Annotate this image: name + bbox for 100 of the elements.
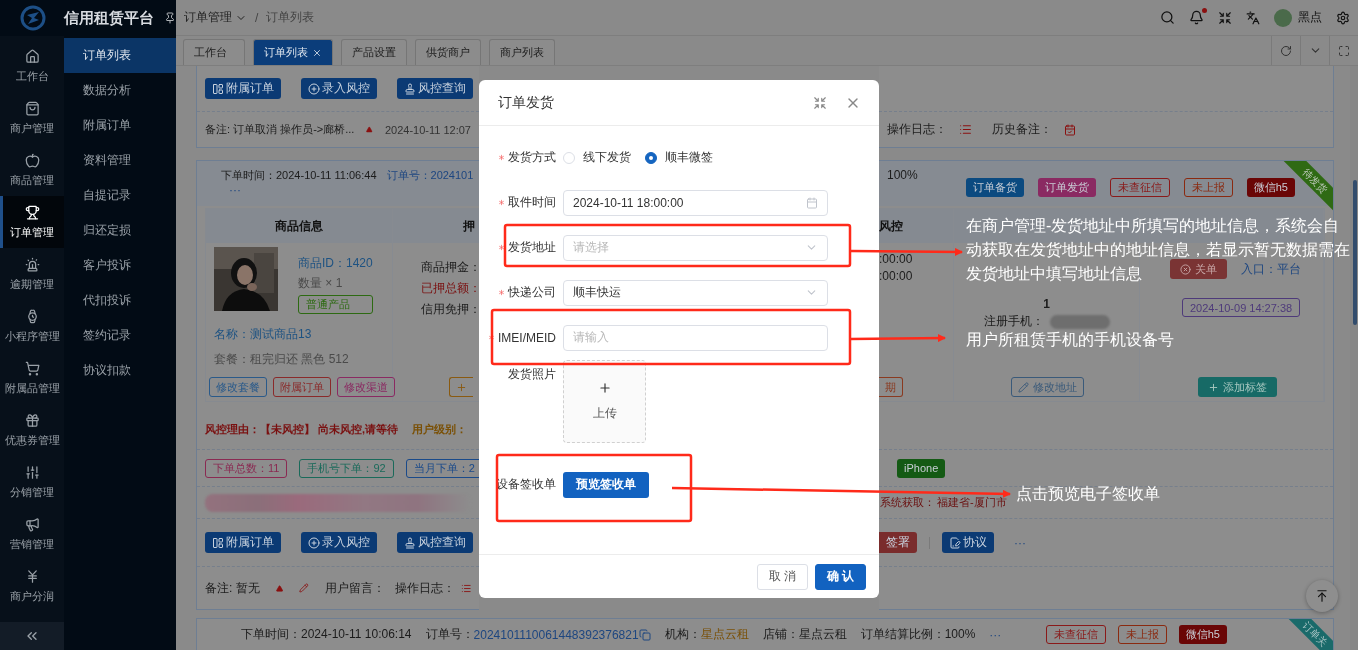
select-field[interactable]: 顺丰快运 <box>563 279 828 306</box>
date-field[interactable]: 2024-10-11 18:00:00 <box>563 189 828 216</box>
radio-option[interactable]: 顺丰微签 <box>645 149 713 166</box>
user-name[interactable]: 黑点 <box>1298 9 1322 26</box>
nav-item[interactable]: 商品管理 <box>0 144 64 196</box>
submenu-item[interactable]: 协议扣款 <box>64 353 176 388</box>
back-to-top-button[interactable] <box>1306 580 1338 612</box>
nav-item[interactable]: 附属品管理 <box>0 352 64 404</box>
nav-icon <box>24 464 40 480</box>
nav-icon <box>24 204 40 220</box>
list-icon[interactable] <box>959 123 972 136</box>
search-icon[interactable] <box>1160 10 1175 25</box>
breadcrumb-item[interactable]: 订单管理 <box>184 9 232 26</box>
tab[interactable]: 工作台 <box>183 39 245 65</box>
column-header: 押 <box>463 217 475 235</box>
nav-icon <box>24 100 40 116</box>
submenu-item[interactable]: 资料管理 <box>64 143 176 178</box>
column-header: 风控 <box>879 209 953 243</box>
action-button[interactable]: 附属订单 <box>205 78 281 99</box>
nav-item[interactable]: 逾期管理 <box>0 248 64 300</box>
preview-button[interactable]: 预览签收单 <box>563 471 649 498</box>
collapse-button[interactable] <box>0 622 64 650</box>
supplement-button[interactable] <box>449 377 473 397</box>
annotation-text: 动获取在发货地址中的地址信息，若显示暂无数据需在 <box>966 240 1350 260</box>
status-tag: 订单发货 <box>1037 178 1096 197</box>
submenu-item[interactable]: 自提记录 <box>64 178 176 213</box>
dialog-title: 订单发货 <box>498 93 555 112</box>
action-button[interactable]: 风控查询 <box>397 532 473 553</box>
cancel-button[interactable]: 取 消 <box>757 563 808 590</box>
action-button[interactable]: 签署 <box>879 532 917 553</box>
blurred-text <box>1050 314 1110 329</box>
action-button[interactable]: 风控查询 <box>397 78 473 99</box>
nav-item[interactable]: 商户管理 <box>0 92 64 144</box>
submenu-item[interactable]: 代扣投诉 <box>64 283 176 318</box>
annotation-text: 在商户管理-发货地址中所填写的地址信息，系统会自 <box>966 216 1340 236</box>
calendar-icon[interactable] <box>1064 123 1076 136</box>
settlement-ratio: 100% <box>887 168 918 182</box>
nav-item[interactable]: 优惠券管理 <box>0 404 64 456</box>
system-value: 福建省-厦门市 <box>937 495 1007 510</box>
field-label: 发货方式 <box>508 149 556 166</box>
edit-icon[interactable] <box>298 582 309 594</box>
triangle-icon[interactable] <box>275 583 283 593</box>
shrink-icon[interactable] <box>813 95 827 110</box>
product-name: 名称：测试商品13 <box>214 326 313 343</box>
translate-icon[interactable] <box>1246 10 1260 25</box>
copy-icon[interactable] <box>638 628 651 641</box>
tab[interactable]: 商户列表 <box>489 39 555 65</box>
radio-option[interactable]: 线下发货 <box>563 149 631 166</box>
upload-label: 上传 <box>592 405 617 422</box>
avatar[interactable] <box>1274 8 1292 27</box>
tab[interactable]: 产品设置 <box>341 39 407 65</box>
pencil-icon <box>1018 381 1029 393</box>
action-button[interactable]: 协议 <box>942 532 994 553</box>
nav-item[interactable]: 营销管理 <box>0 508 64 560</box>
document-icon <box>949 536 961 549</box>
tab[interactable]: 供货商户 <box>415 39 481 65</box>
submenu-item[interactable]: 归还定损 <box>64 213 176 248</box>
device-tag: iPhone <box>897 458 946 478</box>
action-button[interactable]: 附属订单 <box>205 532 281 553</box>
nav-icon <box>24 48 40 64</box>
confirm-button[interactable]: 确 认 <box>815 563 866 590</box>
shrink-icon[interactable] <box>1218 10 1232 25</box>
order-number: 订单号：2024101 <box>386 168 474 183</box>
nav-item[interactable]: 订单管理 <box>0 196 64 248</box>
system-label: 系统获取： <box>880 495 935 510</box>
nav-item[interactable]: 工作台 <box>0 40 64 92</box>
nav-item[interactable]: 小程序管理 <box>0 300 64 352</box>
field-label: 发货地址 <box>508 239 556 256</box>
product-id: 商品ID：1420 <box>298 255 373 272</box>
close-order-button[interactable]: 关单 <box>1170 259 1227 279</box>
upload-box[interactable]: 上传 <box>563 360 646 443</box>
action-button[interactable]: 录入风控 <box>301 78 377 99</box>
submenu-item[interactable]: 客户投诉 <box>64 248 176 283</box>
org-label: 机构： <box>664 626 701 643</box>
submenu-item[interactable]: 订单列表 <box>64 38 176 73</box>
deposit-line: 已押总额： <box>421 280 479 297</box>
breadcrumb-separator: / <box>255 10 259 25</box>
bell-icon[interactable] <box>1189 10 1204 25</box>
triangle-icon[interactable] <box>366 125 373 134</box>
tab[interactable]: 订单列表 <box>253 39 333 65</box>
panel-icon <box>212 536 224 549</box>
submenu-item[interactable]: 签约记录 <box>64 318 176 353</box>
plus-circle-icon <box>308 536 320 549</box>
calendar-icon <box>806 196 818 209</box>
nav-item[interactable]: 分销管理 <box>0 456 64 508</box>
user-level: 用户级别： <box>412 422 468 437</box>
field-label: 快递公司 <box>508 284 556 301</box>
add-tag-button[interactable]: 添加标签 <box>1198 377 1277 397</box>
pin-icon[interactable] <box>164 12 176 24</box>
order-number: 2024101110061448392376821 <box>473 627 639 642</box>
close-icon[interactable] <box>312 47 322 58</box>
submenu-item[interactable]: 数据分析 <box>64 73 176 108</box>
scrollbar-thumb[interactable] <box>1353 180 1357 325</box>
action-button[interactable]: 录入风控 <box>301 532 377 553</box>
status-tag: 未上报 <box>1117 625 1167 644</box>
shop-text: 店铺：星点云租 <box>762 626 847 643</box>
time-text: :00:00 <box>879 251 914 268</box>
submenu-item[interactable]: 附属订单 <box>64 108 176 143</box>
nav-item[interactable]: 商户分润 <box>0 560 64 612</box>
settings-icon[interactable] <box>1336 10 1350 25</box>
